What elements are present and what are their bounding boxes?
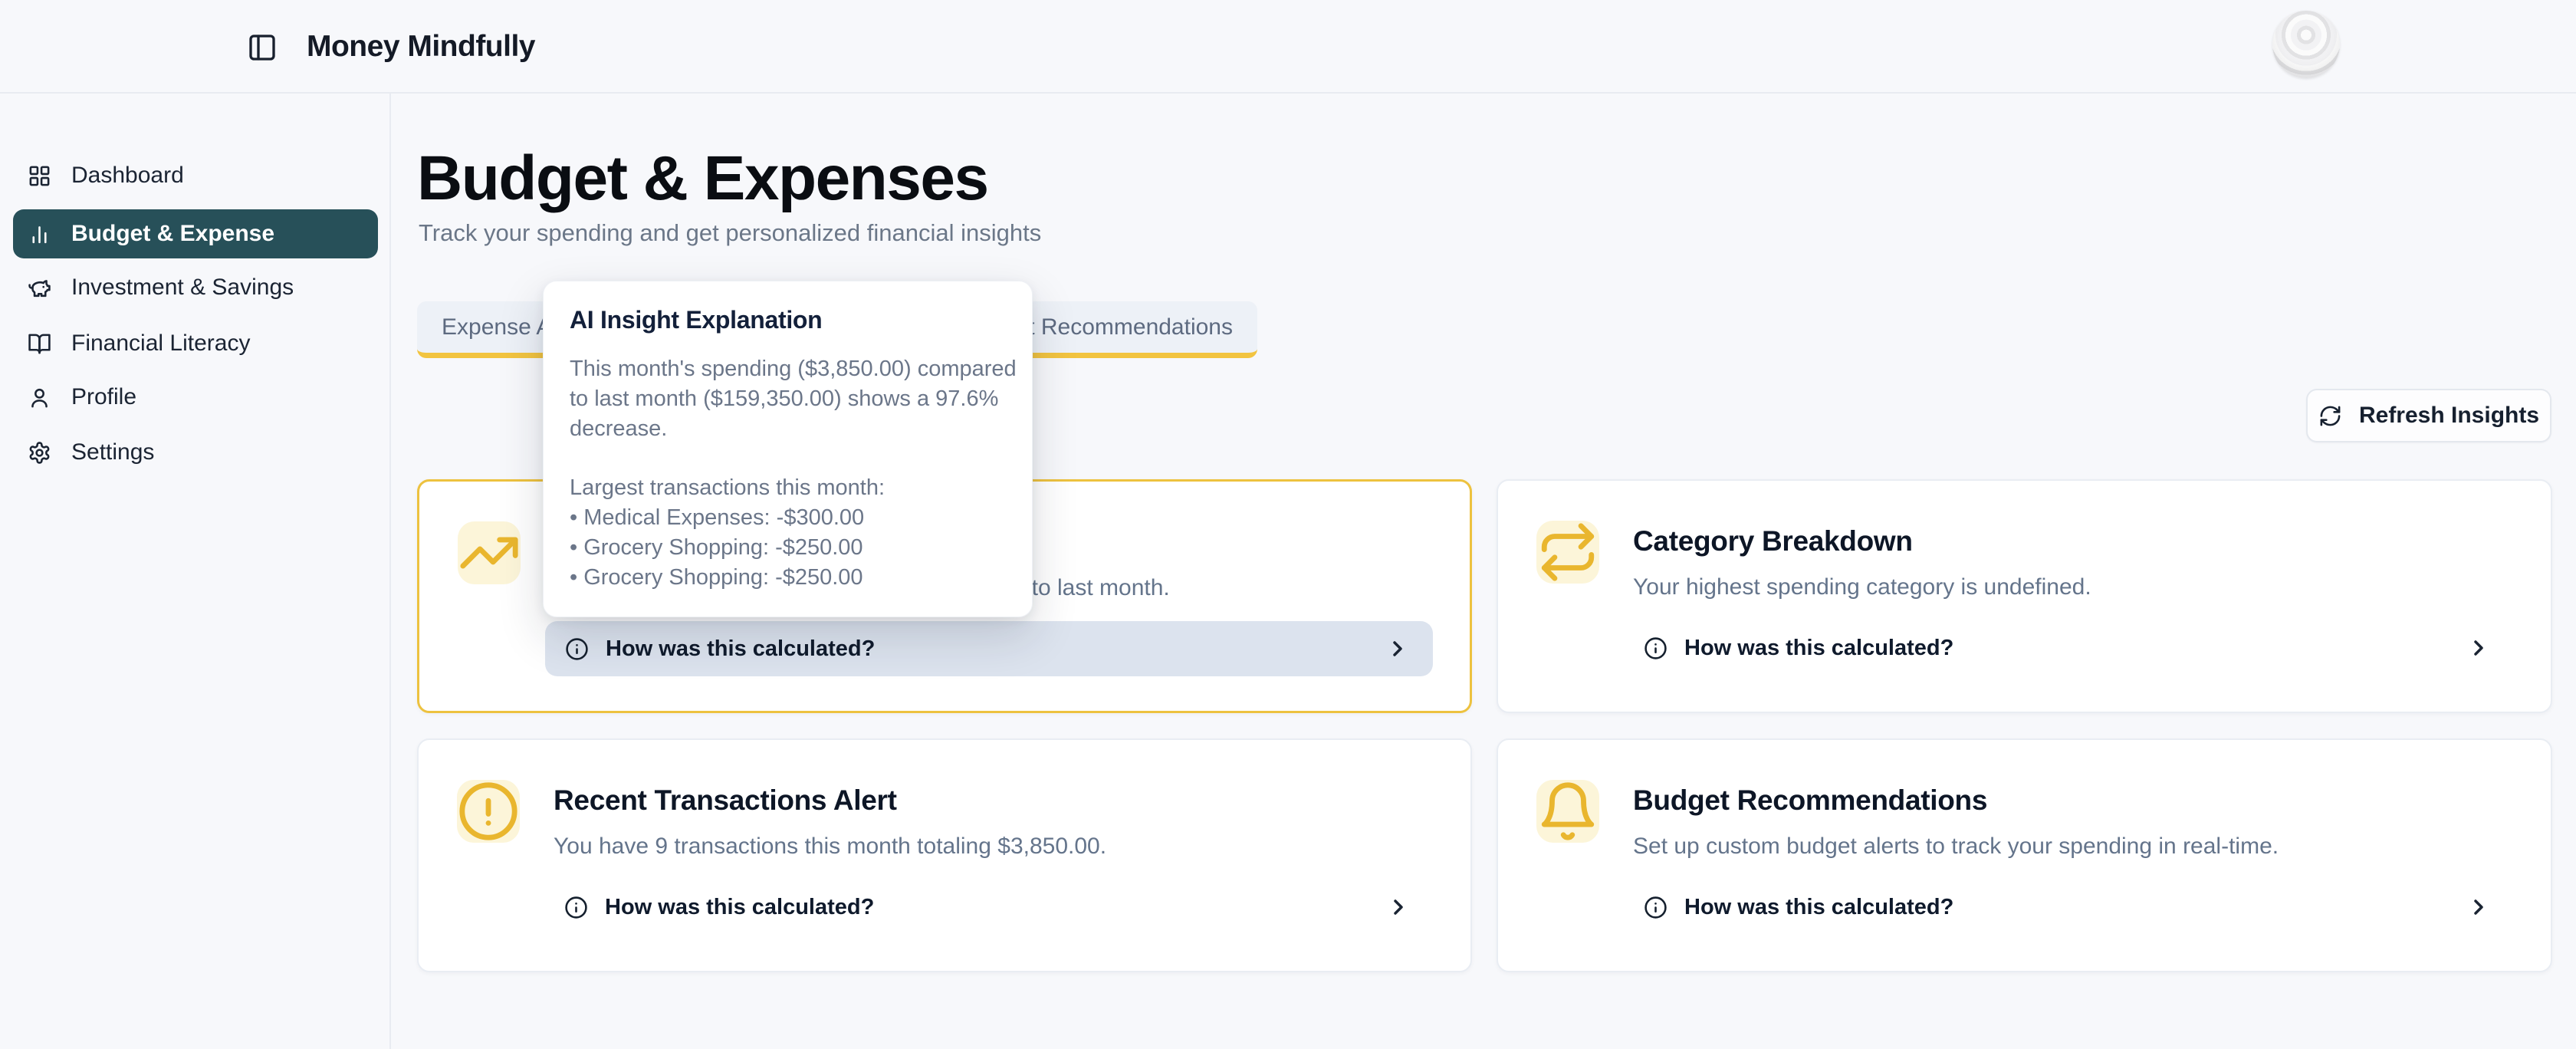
bar-chart-icon <box>28 222 51 246</box>
sidebar-item-label: Dashboard <box>71 163 184 189</box>
popover-text-line: • Grocery Shopping: -$250.00 <box>570 563 1006 593</box>
insight-card-category-breakdown: Category Breakdown Your highest spending… <box>1497 479 2552 713</box>
gear-icon <box>28 441 51 465</box>
dashboard-icon <box>28 164 51 188</box>
sidebar-item-dashboard[interactable]: Dashboard <box>13 151 378 200</box>
how-calculated-row[interactable]: How was this calculated? <box>1624 880 2514 935</box>
sidebar-item-label: Settings <box>71 439 154 465</box>
repeat-icon <box>1536 521 1599 584</box>
app-title: Money Mindfully <box>307 0 535 94</box>
sidebar-item-label: Investment & Savings <box>71 275 294 301</box>
how-calculated-row[interactable]: How was this calculated? <box>1624 620 2514 676</box>
insight-card-budget-recommendations: Budget Recommendations Set up custom bud… <box>1497 738 2552 972</box>
sidebar: Menu Dashboard Budget & Expense Investme… <box>0 94 391 1049</box>
how-calculated-label: How was this calculated? <box>606 636 875 662</box>
app-window: Money Mindfully Menu Dashboard Budget & … <box>0 0 2576 1049</box>
info-icon <box>565 637 589 661</box>
icon-tile <box>458 521 521 584</box>
user-icon <box>28 386 51 409</box>
popover-text-line: to last month ($159,350.00) shows a 97.6… <box>570 384 1006 414</box>
sidebar-item-settings[interactable]: Settings <box>13 428 378 477</box>
info-icon <box>1644 636 1668 660</box>
bell-icon <box>1536 780 1599 843</box>
sidebar-item-label: Profile <box>71 384 136 410</box>
how-calculated-row[interactable]: How was this calculated? <box>545 621 1433 676</box>
how-calculated-row[interactable]: How was this calculated? <box>544 880 1434 935</box>
alert-circle-icon <box>457 780 520 843</box>
chevron-right-icon <box>2466 636 2491 660</box>
sidebar-item-label: Budget & Expense <box>71 221 274 247</box>
how-calculated-label: How was this calculated? <box>1684 895 1953 920</box>
panel-left-icon <box>247 32 278 63</box>
card-title: Budget Recommendations <box>1633 784 1987 817</box>
info-icon <box>1644 896 1668 919</box>
ai-insight-popover: AI Insight Explanation This month's spen… <box>543 281 1033 617</box>
card-description: Your highest spending category is undefi… <box>1633 574 2091 600</box>
sidebar-item-budget-expense[interactable]: Budget & Expense <box>13 209 378 258</box>
icon-tile <box>1536 521 1599 584</box>
page-title: Budget & Expenses <box>417 143 988 215</box>
sidebar-item-investment-savings[interactable]: Investment & Savings <box>13 263 378 312</box>
refresh-icon <box>2318 404 2342 428</box>
icon-tile <box>1536 780 1599 843</box>
sidebar-item-financial-literacy[interactable]: Financial Literacy <box>13 319 378 368</box>
chevron-right-icon <box>1385 636 1410 661</box>
avatar[interactable] <box>2272 11 2340 78</box>
card-description: Set up custom budget alerts to track you… <box>1633 834 2279 860</box>
top-header: Money Mindfully <box>0 0 2576 94</box>
popover-text-line: Largest transactions this month: <box>570 473 1006 503</box>
popover-title: AI Insight Explanation <box>570 306 1006 334</box>
popover-text-line: decrease. <box>570 414 1006 444</box>
card-title: Category Breakdown <box>1633 525 1913 557</box>
icon-tile <box>457 780 520 843</box>
how-calculated-label: How was this calculated? <box>1684 636 1953 661</box>
sidebar-item-profile[interactable]: Profile <box>13 373 378 422</box>
piggy-bank-icon <box>28 276 51 300</box>
card-description: You have 9 transactions this month total… <box>554 834 1106 860</box>
info-icon <box>564 896 588 919</box>
chevron-right-icon <box>2466 895 2491 919</box>
popover-text-line: • Medical Expenses: -$300.00 <box>570 503 1006 533</box>
sidebar-toggle-button[interactable] <box>247 32 278 63</box>
trending-up-icon <box>458 521 521 584</box>
page-subtitle: Track your spending and get personalized… <box>419 219 1041 247</box>
card-title: Recent Transactions Alert <box>554 784 897 817</box>
book-open-icon <box>28 332 51 356</box>
how-calculated-label: How was this calculated? <box>605 895 874 920</box>
refresh-insights-button[interactable]: Refresh Insights <box>2306 389 2551 442</box>
chevron-right-icon <box>1386 895 1411 919</box>
sidebar-item-label: Financial Literacy <box>71 330 250 357</box>
popover-text-line: This month's spending ($3,850.00) compar… <box>570 354 1006 384</box>
insight-card-recent-transactions: Recent Transactions Alert You have 9 tra… <box>417 738 1472 972</box>
refresh-insights-label: Refresh Insights <box>2359 403 2539 429</box>
popover-text-line: • Grocery Shopping: -$250.00 <box>570 533 1006 563</box>
